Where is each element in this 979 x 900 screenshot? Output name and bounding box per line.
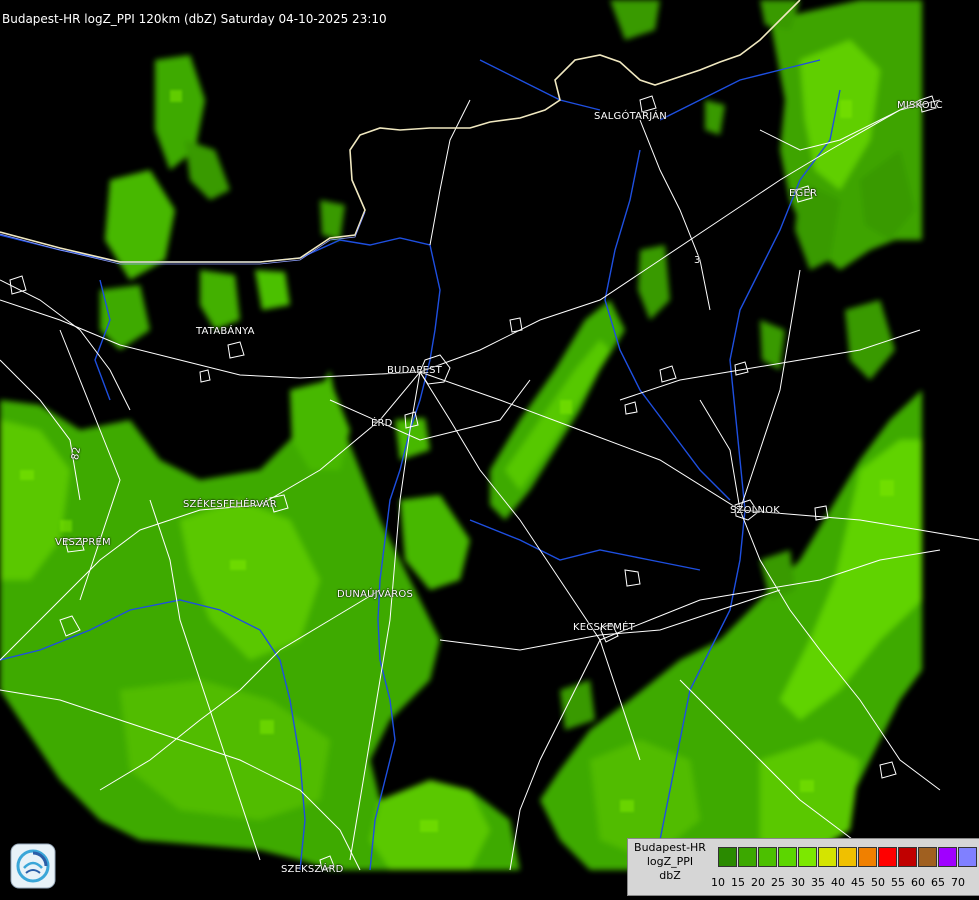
city-label-szolnok: SZOLNOK [730,505,780,516]
city-label-budapest: BUDAPEST [387,365,442,376]
legend-tick-label: 30 [791,876,805,889]
radar-map[interactable] [0,0,979,900]
legend: Budapest-HR logZ_PPI dbZ 10 15 20 25 30 35 40 4… [627,838,979,896]
city-label-eger: EGER [789,188,818,199]
legend-tick-label: 60 [911,876,925,889]
legend-swatch [898,847,917,867]
legend-tick-label: 25 [771,876,785,889]
legend-swatch [958,847,977,867]
legend-tick-label: 65 [931,876,945,889]
city-label-tatabanya: TATABÁNYA [196,326,255,337]
city-label-erd: ÉRD [371,418,393,429]
legend-swatch [918,847,937,867]
road-number-3: 3 [694,255,701,266]
legend-product: logZ_PPI [646,855,694,868]
legend-swatch [798,847,817,867]
legend-tick-label: 20 [751,876,765,889]
legend-swatch [818,847,837,867]
road-number-82: 82 [70,446,84,461]
legend-tick-label: 70 [951,876,965,889]
legend-tick-label: 55 [891,876,905,889]
legend-swatch [778,847,797,867]
legend-swatch [858,847,877,867]
map-title: Budapest-HR logZ_PPI 120km (dbZ) Saturda… [2,12,387,26]
legend-tick-label: 45 [851,876,865,889]
city-label-veszprem: VESZPRÉM [55,537,111,548]
legend-label-box: Budapest-HR logZ_PPI dbZ [628,839,712,895]
city-label-szekszard: SZEKSZÁRD [281,864,344,875]
legend-swatch [718,847,737,867]
legend-tick-label: 35 [811,876,825,889]
legend-swatch [738,847,757,867]
city-label-dunaujvaros: DUNAÚJVÁROS [337,589,414,600]
legend-unit: dbZ [659,869,681,882]
legend-radar-name: Budapest-HR [634,841,706,854]
legend-tick-label: 40 [831,876,845,889]
legend-swatch [938,847,957,867]
legend-swatch [758,847,777,867]
legend-tick-label: 15 [731,876,745,889]
city-label-salgotarjan: SALGÓTARJÁN [594,111,667,122]
legend-swatch [838,847,857,867]
city-label-szekesfehervar: SZÉKESFEHÉRVÁR [183,499,277,510]
weather-service-logo [10,843,56,889]
city-label-miskolc: MISKOLC [897,100,943,111]
legend-tick-label: 10 [711,876,725,889]
legend-swatch [878,847,897,867]
legend-tick-label: 50 [871,876,885,889]
city-label-kecskemet: KECSKEMÉT [573,622,635,633]
